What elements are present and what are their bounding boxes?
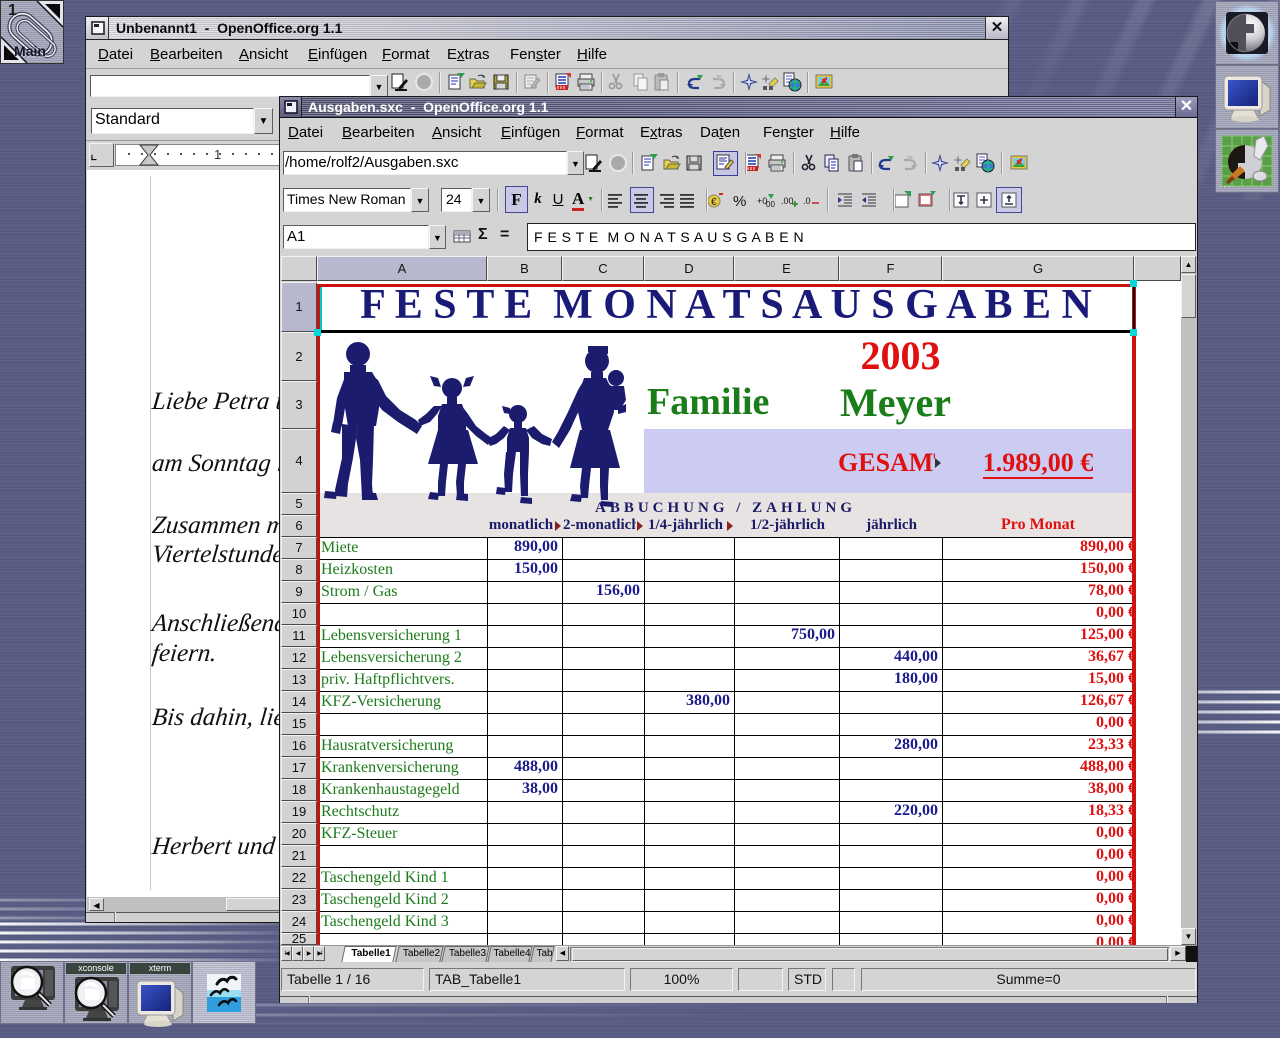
svg-text:%: % bbox=[733, 193, 746, 210]
svg-text:.00: .00 bbox=[781, 196, 794, 206]
svg-text:€: € bbox=[711, 197, 717, 208]
svg-text:00: 00 bbox=[766, 200, 775, 209]
svg-text:.0: .0 bbox=[803, 196, 811, 206]
